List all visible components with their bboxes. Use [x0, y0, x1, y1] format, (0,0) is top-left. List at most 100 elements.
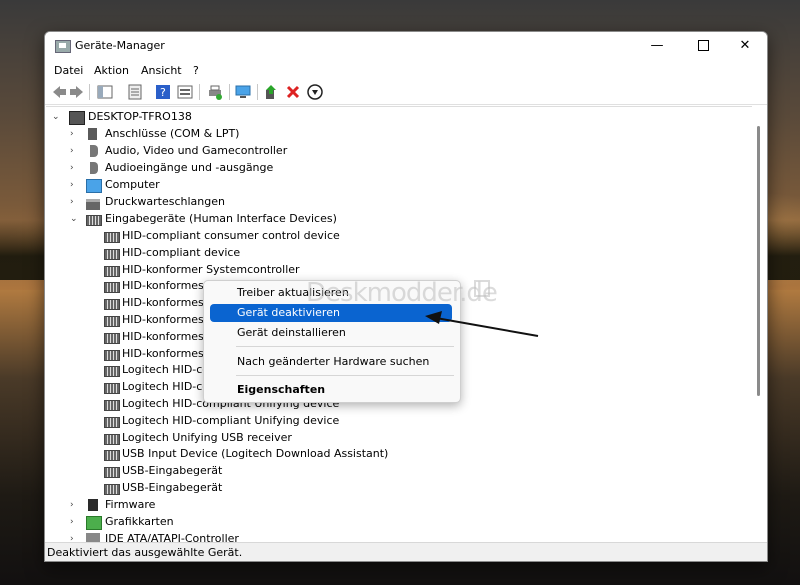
hid-device-icon: [104, 484, 120, 495]
hid-device-icon: [104, 349, 120, 361]
watermark-logo-icon: [474, 280, 490, 297]
scroll-thumb[interactable]: [757, 126, 760, 396]
speaker-icon: [90, 162, 98, 174]
maximize-button[interactable]: [683, 35, 723, 57]
hid-device-label: HID-compliant consumer control device: [122, 229, 340, 242]
properties-icon[interactable]: [127, 84, 143, 100]
expand-chevron-icon[interactable]: ›: [70, 143, 80, 159]
close-button[interactable]: ✕: [725, 35, 765, 57]
menu-datei[interactable]: Datei: [54, 64, 83, 77]
hid-icon: [86, 215, 102, 226]
menu-separator: [236, 375, 454, 376]
tree-item-label: Druckwarteschlangen: [105, 195, 225, 208]
menu-item-scan-hardware[interactable]: Nach geänderter Hardware suchen: [210, 353, 452, 371]
hid-device-icon: [104, 248, 120, 260]
printer-icon: [86, 199, 100, 210]
tree-item-label: Audio, Video und Gamecontroller: [105, 144, 288, 157]
collapse-chevron-icon[interactable]: ⌄: [52, 109, 62, 125]
hid-device-label: HID-compliant device: [122, 245, 241, 259]
hid-device-label: USB Input Device (Logitech Download Assi…: [122, 447, 389, 461]
menu-help[interactable]: ?: [193, 64, 199, 77]
graphics-card-icon: [86, 516, 102, 530]
hid-device-label: Logitech HID-co: [122, 363, 210, 377]
hid-device-label: HID-konformes: [122, 296, 204, 310]
hid-device-icon: [104, 316, 120, 327]
hid-device-icon: [104, 467, 120, 479]
tree-item-label: Firmware: [105, 498, 156, 511]
chip-icon: [88, 499, 98, 511]
menu-item-label: Nach geänderter Hardware suchen: [237, 355, 430, 368]
show-hide-tree-icon[interactable]: [97, 84, 113, 100]
minimize-button[interactable]: —: [637, 35, 677, 57]
hid-device-icon: [104, 450, 120, 462]
window-title: Geräte-Manager: [75, 39, 165, 52]
scan-hardware-icon[interactable]: [235, 84, 251, 100]
hid-device-icon: [104, 383, 120, 395]
toolbar-separator: [89, 84, 90, 100]
toolbar-separator: [257, 84, 258, 100]
device-manager-icon: [55, 40, 71, 53]
hid-device-label: HID-konformes,: [122, 329, 208, 343]
hid-device-label: USB-Eingabegerät: [122, 481, 223, 494]
print-icon[interactable]: [207, 84, 223, 100]
tree-item-label: Anschlüsse (COM & LPT): [105, 127, 240, 140]
hid-device-icon: [104, 265, 120, 277]
tree-item-label: Computer: [105, 178, 160, 191]
hid-device-icon: [104, 232, 120, 243]
toolbar: ?: [45, 80, 767, 105]
back-arrow-icon[interactable]: [51, 84, 67, 100]
tree-root-label: DESKTOP-TFRO138: [88, 110, 192, 123]
update-driver-icon[interactable]: [263, 84, 279, 100]
toolbar-separator: [199, 84, 200, 100]
hid-device-label: Logitech Unifying USB receiver: [122, 430, 292, 444]
tree-item-label: Eingabegeräte (Human Interface Devices): [105, 212, 337, 225]
menu-ansicht[interactable]: Ansicht: [141, 64, 182, 77]
view-icon[interactable]: [177, 84, 193, 100]
uninstall-icon[interactable]: [285, 84, 301, 100]
svg-text:?: ?: [160, 86, 166, 99]
expand-chevron-icon[interactable]: ›: [70, 497, 80, 513]
forward-arrow-icon[interactable]: [69, 84, 85, 100]
menu-bar: Datei Aktion Ansicht ?: [45, 61, 767, 79]
hid-device-icon: [104, 299, 120, 311]
monitor-icon: [86, 179, 102, 193]
menu-item-uninstall-device[interactable]: Gerät deinstallieren: [210, 324, 452, 342]
hid-device-icon: [104, 400, 120, 411]
collapse-chevron-icon[interactable]: ⌄: [70, 211, 80, 227]
expand-chevron-icon[interactable]: ›: [70, 514, 80, 530]
speaker-icon: [90, 145, 98, 157]
hid-device-label: HID-konformer Systemcontroller: [122, 262, 300, 276]
title-bar[interactable]: Geräte-Manager — ✕: [45, 32, 767, 60]
hid-device-icon: [104, 332, 120, 344]
hid-device-label: HID-konformes,: [122, 313, 208, 326]
disable-device-icon[interactable]: [307, 84, 323, 100]
maximize-icon: [697, 40, 709, 51]
menu-item-label: Gerät deinstallieren: [237, 326, 346, 339]
help-icon[interactable]: ?: [155, 84, 171, 100]
status-text: Deaktiviert das ausgewählte Gerät.: [47, 546, 243, 559]
menu-aktion[interactable]: Aktion: [94, 64, 129, 77]
hid-device-icon: [104, 416, 120, 428]
hid-device-label: Logitech HID-compliant Unifying device: [122, 413, 340, 427]
port-icon: [88, 128, 97, 140]
hid-device-icon: [104, 282, 120, 294]
hid-device-label: HID-konformes B: [122, 279, 215, 293]
hid-device-icon: [104, 433, 120, 445]
hid-device-label: USB-Eingabegerät: [122, 464, 223, 478]
hid-device-label: Logitech HID-co: [122, 380, 210, 394]
tree-item-label: Grafikkarten: [105, 515, 174, 528]
hid-device-label: HID-konformes,: [122, 346, 208, 360]
expand-chevron-icon[interactable]: ›: [70, 177, 80, 193]
tree-item-label: Audioeingänge und -ausgänge: [105, 161, 274, 174]
menu-item-properties[interactable]: Eigenschaften: [210, 381, 452, 399]
menu-separator: [236, 346, 454, 347]
watermark: Deskmodder.de: [306, 278, 498, 308]
computer-icon: [69, 111, 85, 125]
expand-chevron-icon[interactable]: ›: [70, 194, 80, 210]
menu-item-label: Eigenschaften: [237, 383, 326, 396]
hid-device-icon: [104, 366, 120, 378]
vertical-scrollbar[interactable]: [753, 106, 765, 546]
expand-chevron-icon[interactable]: ›: [70, 160, 80, 176]
expand-chevron-icon[interactable]: ›: [70, 126, 80, 142]
toolbar-separator: [229, 84, 230, 100]
